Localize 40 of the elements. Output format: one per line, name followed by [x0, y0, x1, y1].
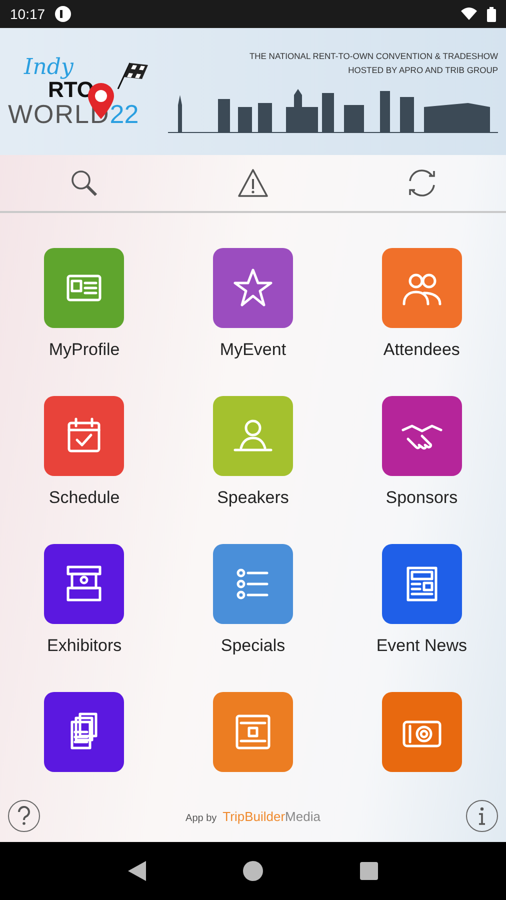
tile-label: Sponsors [386, 488, 458, 508]
tile-label: Attendees [383, 340, 460, 360]
menu-tile[interactable] [212, 544, 293, 624]
question-mark-icon [16, 806, 32, 826]
menu-tile[interactable] [44, 248, 124, 328]
menu-tile[interactable] [212, 248, 293, 328]
wifi-icon [461, 7, 477, 21]
menu-tile[interactable] [44, 544, 124, 624]
search-icon [69, 168, 100, 198]
tile-label: Event News [376, 636, 468, 656]
menu-tile[interactable] [212, 692, 293, 772]
menu-tile[interactable] [382, 544, 462, 624]
menu-tile[interactable] [382, 248, 462, 328]
status-time: 10:17 [10, 6, 46, 22]
tile-label: MyProfile [48, 340, 120, 360]
tile-label: Schedule [48, 488, 120, 508]
host-line: HOSTED BY APRO AND TRIB GROUP [348, 64, 498, 74]
logo-indy-text: Indy [24, 56, 74, 78]
menu-tile[interactable] [44, 396, 124, 476]
tile-label: MyEvent [220, 340, 286, 360]
brand-name: TripBuilderMedia [222, 808, 320, 824]
menu-tile[interactable] [382, 692, 462, 772]
tile-label: Exhibitors [47, 636, 122, 656]
app-notification-icon [55, 6, 72, 22]
convention-tagline: THE NATIONAL RENT-TO-OWN CONVENTION & TRADESHOW [249, 50, 498, 60]
help-button[interactable] [8, 800, 40, 832]
tile-label: Speakers [217, 488, 289, 508]
back-button[interactable] [128, 861, 146, 881]
home-button[interactable] [242, 860, 264, 882]
menu-tile[interactable] [382, 396, 462, 476]
menu-tile[interactable] [212, 396, 293, 476]
tile-label: Specials [220, 636, 286, 656]
logo-year-text: 22 [110, 100, 139, 126]
credit-prefix: App by [186, 812, 217, 824]
warning-icon [236, 168, 269, 198]
alert-button[interactable] [236, 166, 270, 200]
battery-icon [487, 6, 496, 22]
menu-tile[interactable] [44, 692, 124, 772]
info-icon [478, 806, 486, 826]
info-button[interactable] [466, 800, 498, 832]
